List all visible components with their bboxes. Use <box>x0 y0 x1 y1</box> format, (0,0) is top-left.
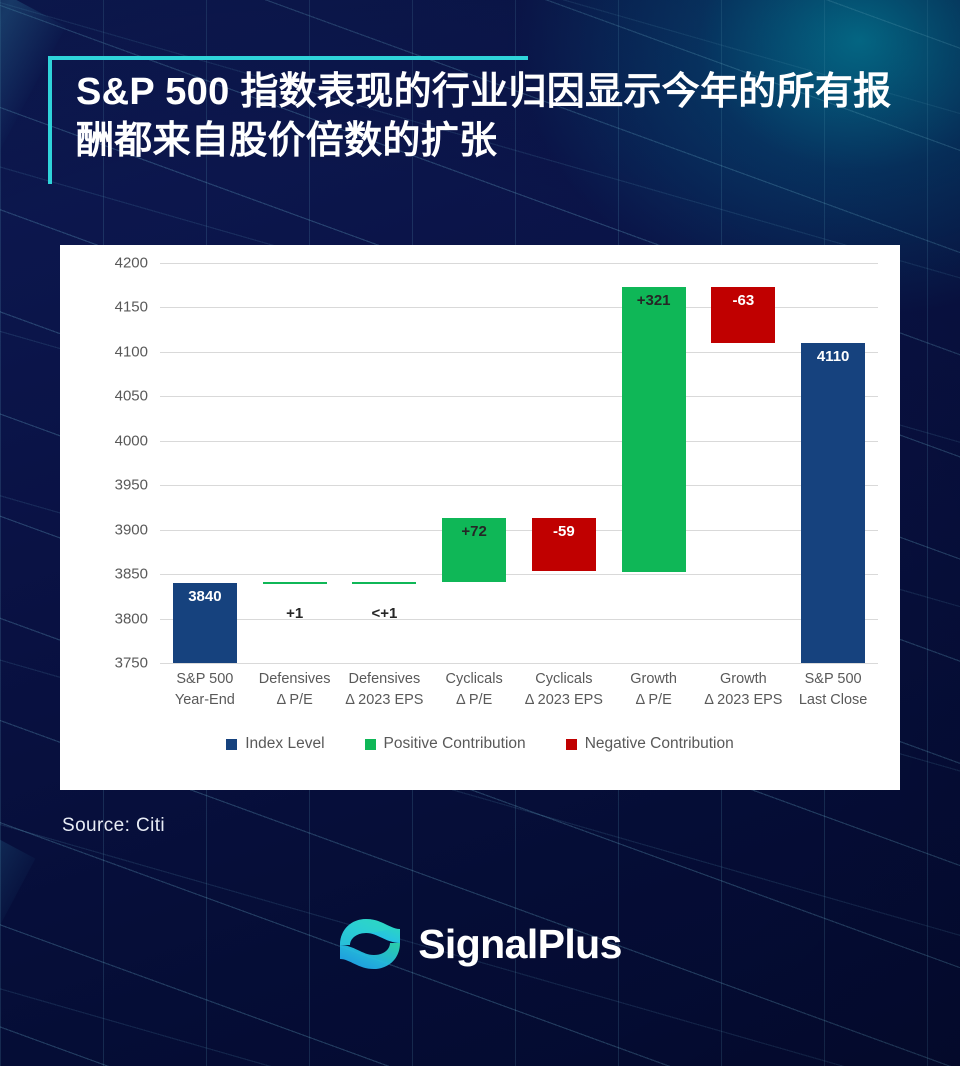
signalplus-wave-logo-icon <box>338 915 402 973</box>
chart-bar-slot: -59 <box>519 263 609 663</box>
chart-bar-value-label: +1 <box>286 605 304 623</box>
x-axis-tick-label: Defensives Δ P/E <box>258 671 331 708</box>
source-note: Source: Citi <box>62 815 166 836</box>
page-title: S&P 500 指数表现的行业归因显示今年的所有报酬都来自股价倍数的扩张 <box>76 71 892 162</box>
brand-name: SignalPlus <box>418 920 622 967</box>
chart-bar: +321 <box>621 287 686 573</box>
chart-bar: -59 <box>531 518 596 571</box>
y-axis-tick-label: 3900 <box>114 521 148 539</box>
chart-card: 4200 4150 4100 4050 4000 3950 3900 3850 3800 3750… <box>60 245 900 790</box>
y-axis-tick-label: 4200 <box>114 254 148 272</box>
headline-block: S&P 500 指数表现的行业归因显示今年的所有报酬都来自股价倍数的扩张 <box>48 56 908 184</box>
y-axis-tick-label: 4000 <box>114 432 148 450</box>
legend-item[interactable]: Index Level <box>226 735 325 753</box>
chart-bar-value-label: 4110 <box>816 348 850 365</box>
x-axis-tick-label: Defensives Δ 2023 EPS <box>345 671 424 708</box>
gridline: 3750 <box>115 655 878 672</box>
chart-bar-slot: 4110 <box>788 263 878 663</box>
legend-label: Index Level <box>245 735 325 752</box>
chart-bar-value-label: -63 <box>732 292 755 309</box>
chart-bar-slot: -63 <box>699 263 789 663</box>
y-axis-tick-label: 3850 <box>114 565 148 583</box>
chart-bar-value-label: -59 <box>553 523 575 541</box>
chart-bar-value-label: +321 <box>636 292 671 309</box>
chart-bar-slot: +1 <box>250 263 340 663</box>
x-axis-tick-label: Growth Δ 2023 EPS <box>704 671 783 708</box>
headline-accent-rule-top <box>48 56 528 60</box>
y-axis-tick-label: 4100 <box>114 343 148 361</box>
legend-swatch-icon <box>226 738 238 750</box>
chart-x-axis-labels: S&P 500 Year-End Defensives Δ P/E Defensiv… <box>160 669 878 710</box>
brand-logo: SignalPlus <box>0 915 960 973</box>
chart-bar: +72 <box>442 518 507 583</box>
legend-swatch-icon <box>364 738 376 750</box>
chart-bar-value-label: +72 <box>461 523 487 541</box>
headline-accent-rule-left <box>48 56 52 184</box>
chart-bar-slot: +72 <box>429 263 519 663</box>
chart-bar: -63 <box>711 287 776 343</box>
chart-bar: 4110 <box>801 343 866 663</box>
y-axis-tick-label: 4050 <box>114 387 148 405</box>
chart-bar-value-label: <+1 <box>371 604 398 622</box>
infographic-root: S&P 500 指数表现的行业归因显示今年的所有报酬都来自股价倍数的扩张 420… <box>0 0 960 1066</box>
chart-bar <box>262 582 327 585</box>
x-axis-tick-label: Growth Δ P/E <box>630 671 677 708</box>
chart-bar-slot: +321 <box>609 263 699 663</box>
x-axis-tick-label: Cyclicals Δ P/E <box>445 671 503 708</box>
y-axis-tick-label: 3750 <box>114 654 148 672</box>
legend-item[interactable]: Positive Contribution <box>364 735 526 753</box>
legend-label: Positive Contribution <box>383 735 526 752</box>
chart-bar <box>352 581 417 584</box>
y-axis-tick-label: 4150 <box>114 298 148 316</box>
chart-bar: 3840 <box>172 583 237 663</box>
legend-item[interactable]: Negative Contribution <box>565 735 734 753</box>
chart-bar-slot: 3840 <box>160 263 250 663</box>
chart-bar-slot: <+1 <box>340 263 430 663</box>
y-axis-tick-label: 3800 <box>114 610 148 628</box>
legend-swatch-icon <box>565 738 577 750</box>
legend-label: Negative Contribution <box>584 735 734 752</box>
chart-bars: 3840 +1 <+1 +72 -59 +321 -63 4110 <box>160 263 878 663</box>
x-axis-tick-label: S&P 500 Year-End <box>174 671 235 708</box>
chart-plot-area: 4200 4150 4100 4050 4000 3950 3900 3850 3800 3750… <box>115 255 878 672</box>
chart-legend: Index Level Positive Contribution Negative… <box>60 735 900 753</box>
chart-bar-value-label: 3840 <box>188 588 222 605</box>
y-axis-tick-label: 3950 <box>114 476 148 494</box>
x-axis-tick-label: S&P 500 Last Close <box>798 671 868 708</box>
x-axis-tick-label: Cyclicals Δ 2023 EPS <box>524 671 603 708</box>
